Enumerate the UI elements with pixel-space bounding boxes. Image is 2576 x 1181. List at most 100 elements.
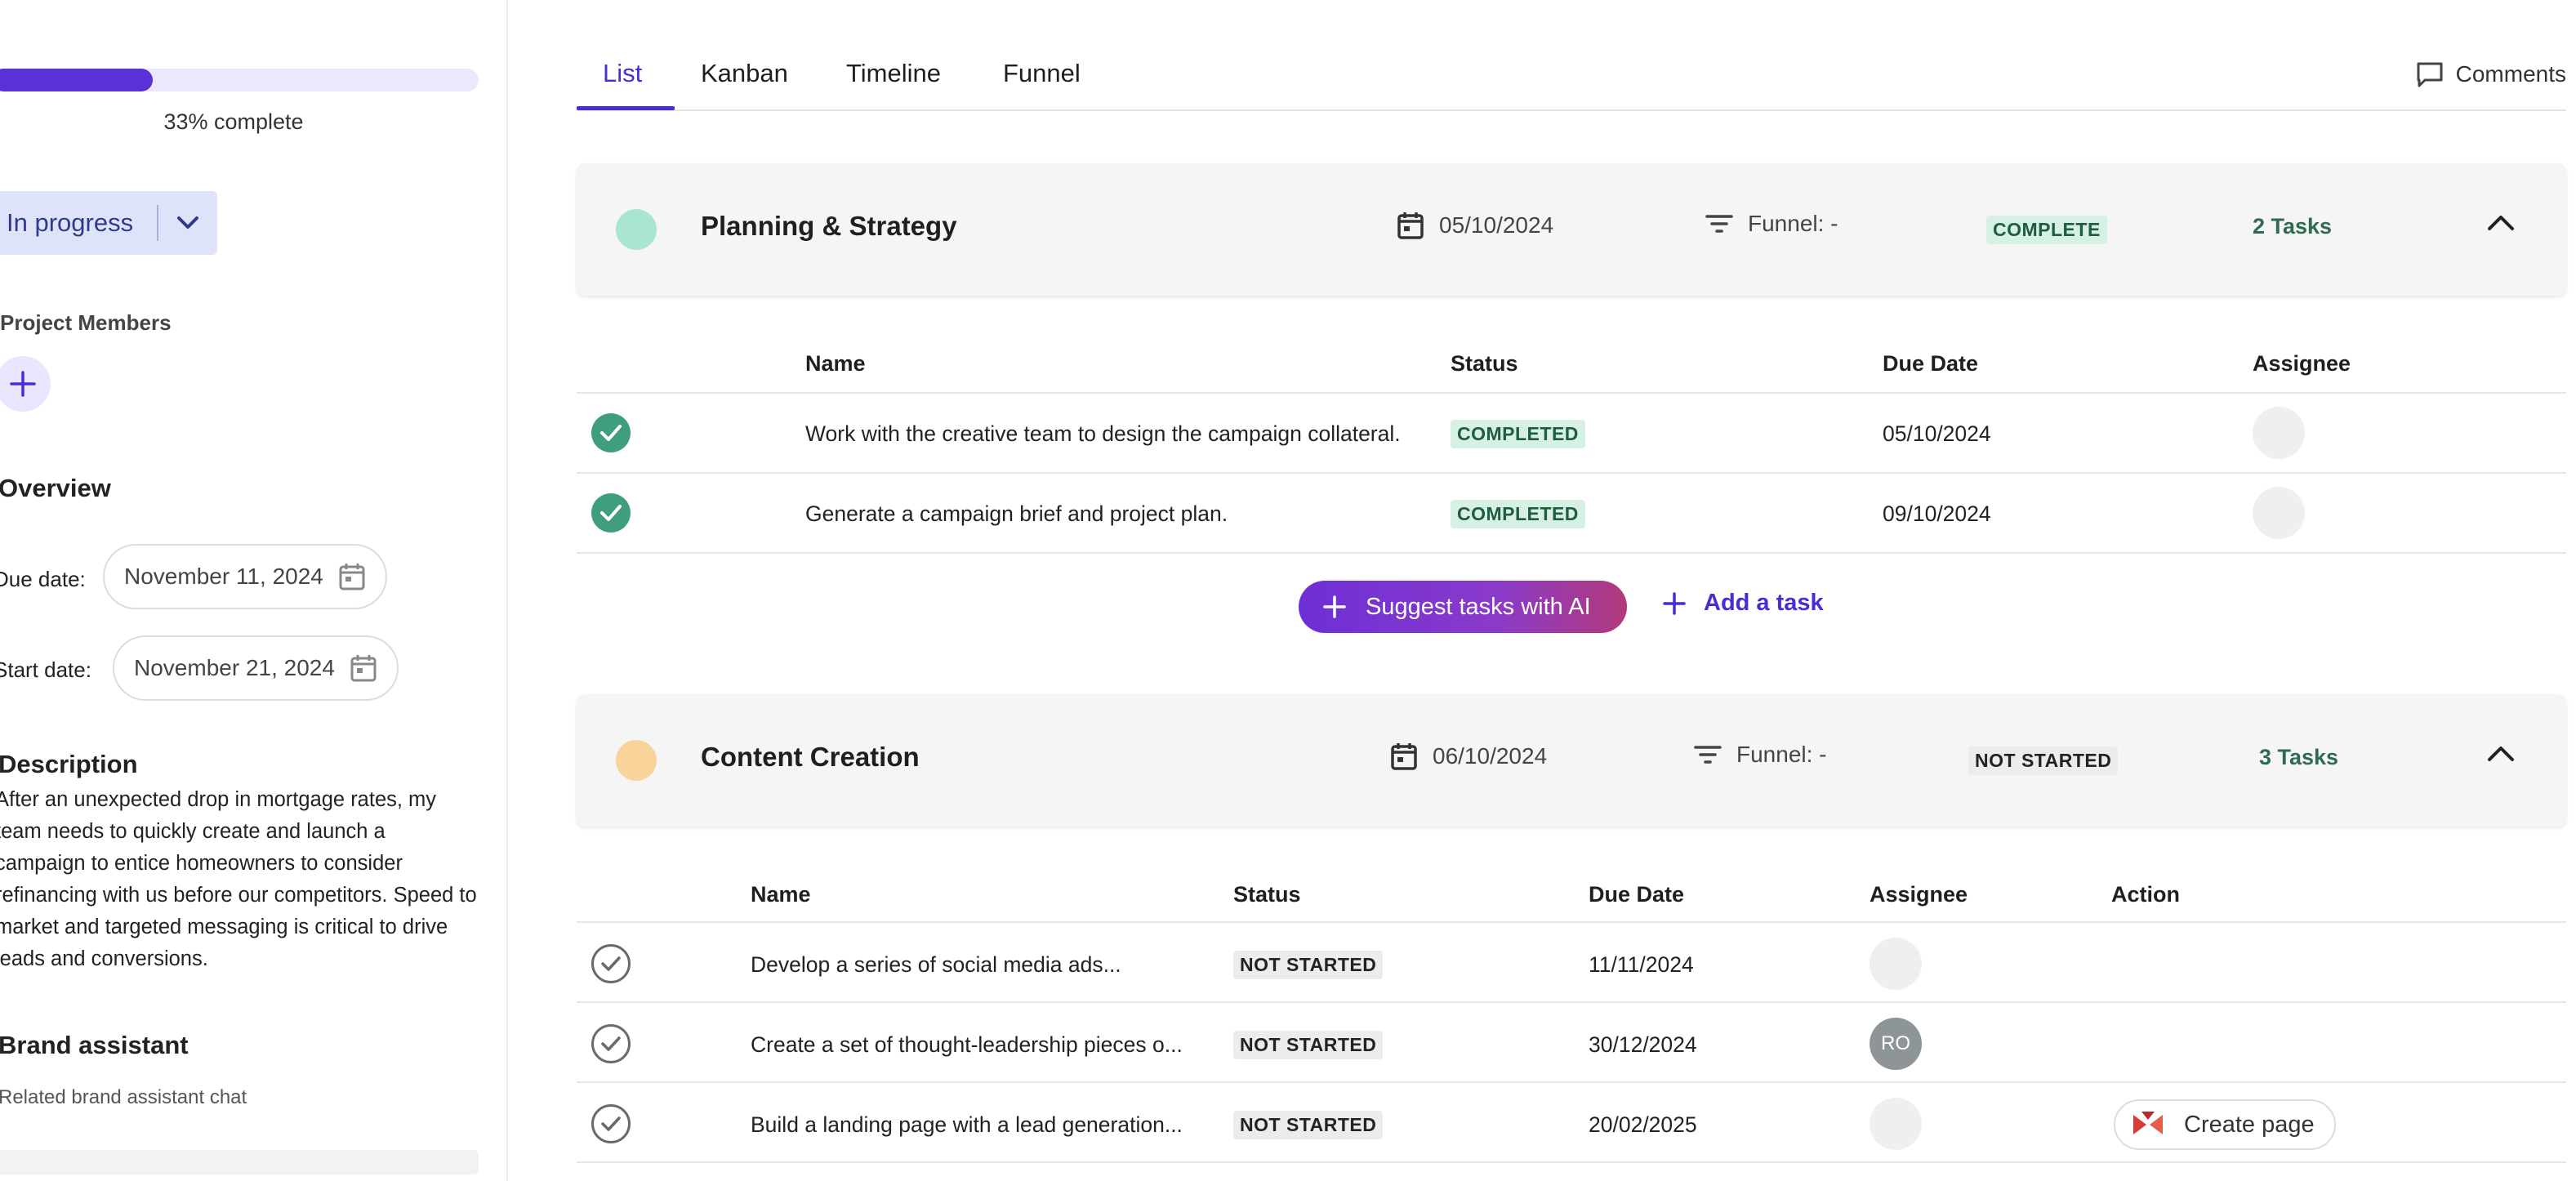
section-date-value: 06/10/2024 xyxy=(1433,743,1548,769)
due-date-label: Due date: xyxy=(0,567,86,591)
calendar-icon xyxy=(1391,743,1417,770)
suggest-tasks-ai-button[interactable]: Suggest tasks with AI xyxy=(1299,581,1627,633)
view-tabs: List Kanban Timeline Funnel Comments xyxy=(577,51,2566,111)
filter-icon xyxy=(1694,746,1722,764)
comments-button[interactable]: Comments xyxy=(2415,60,2566,88)
chevron-down-icon[interactable] xyxy=(158,216,217,230)
task-due-date: 05/10/2024 xyxy=(1883,421,1991,446)
column-header-status: Status xyxy=(1233,882,1301,907)
task-due-date: 09/10/2024 xyxy=(1883,501,1991,526)
calendar-icon xyxy=(350,655,377,682)
table-divider xyxy=(577,1081,2566,1083)
status-dropdown[interactable]: In progress xyxy=(0,191,217,255)
column-header-assignee: Assignee xyxy=(1870,882,1968,907)
table-divider xyxy=(577,1161,2566,1163)
column-header-status: Status xyxy=(1451,351,1518,376)
column-header-name: Name xyxy=(751,882,811,907)
section-funnel-value: Funnel: - xyxy=(1748,211,1838,236)
add-member-button[interactable] xyxy=(0,356,51,412)
section-title: Content Creation xyxy=(701,742,920,772)
section-header-planning[interactable]: Planning & Strategy 05/10/2024 Funnel: -… xyxy=(577,163,2566,296)
assignee-avatar[interactable] xyxy=(1870,1098,1922,1150)
section-task-count: 3 Tasks xyxy=(2259,745,2339,769)
plus-icon xyxy=(10,371,36,397)
section-date: 05/10/2024 xyxy=(1397,211,1553,240)
column-header-name: Name xyxy=(805,351,866,376)
overview-heading: Overview xyxy=(0,474,111,502)
task-due-date: 11/11/2024 xyxy=(1589,952,1694,977)
table-divider xyxy=(577,472,2566,474)
assignee-avatar[interactable] xyxy=(2253,407,2305,459)
task-due-date: 20/02/2025 xyxy=(1589,1112,1697,1137)
task-status-badge: COMPLETED xyxy=(1451,500,1585,528)
section-funnel: Funnel: - xyxy=(1705,211,1838,237)
section-funnel-value: Funnel: - xyxy=(1736,742,1827,767)
brand-assistant-card[interactable] xyxy=(0,1150,479,1174)
check-circle-icon[interactable] xyxy=(591,493,631,533)
check-circle-icon[interactable] xyxy=(591,1104,631,1143)
task-name[interactable]: Generate a campaign brief and project pl… xyxy=(805,501,1228,527)
create-page-label: Create page xyxy=(2184,1111,2315,1138)
section-task-count: 2 Tasks xyxy=(2253,214,2333,238)
tab-kanban[interactable]: Kanban xyxy=(701,59,788,88)
column-header-assignee: Assignee xyxy=(2253,351,2351,376)
check-circle-icon[interactable] xyxy=(591,1024,631,1063)
tab-list[interactable]: List xyxy=(603,59,642,88)
section-date-value: 05/10/2024 xyxy=(1439,212,1554,238)
table-divider xyxy=(577,921,2566,923)
calendar-icon xyxy=(339,564,365,590)
section-status-badge: NOT STARTED xyxy=(1968,746,2119,775)
due-date-value: November 11, 2024 xyxy=(124,564,323,589)
task-status-badge: NOT STARTED xyxy=(1233,1031,1384,1059)
task-due-date: 30/12/2024 xyxy=(1589,1032,1697,1057)
start-date-field[interactable]: November 21, 2024 xyxy=(113,635,399,701)
check-circle-icon[interactable] xyxy=(591,944,631,983)
description-heading: Description xyxy=(0,750,138,778)
status-dropdown-value: In progress xyxy=(7,208,134,237)
comment-icon xyxy=(2417,62,2443,87)
table-divider xyxy=(577,552,2566,554)
tab-funnel[interactable]: Funnel xyxy=(1003,59,1081,88)
active-tab-indicator xyxy=(577,106,675,110)
filter-icon xyxy=(1705,215,1733,233)
assignee-avatar[interactable]: RO xyxy=(1870,1018,1922,1070)
add-task-label: Add a task xyxy=(1704,590,1824,616)
task-status-badge: NOT STARTED xyxy=(1233,951,1384,979)
check-circle-icon[interactable] xyxy=(591,413,631,452)
progress-bar xyxy=(0,69,479,91)
assignee-avatar[interactable] xyxy=(2253,487,2305,539)
tab-timeline[interactable]: Timeline xyxy=(846,59,941,88)
project-members-label: Project Members xyxy=(0,310,172,335)
section-date: 06/10/2024 xyxy=(1390,742,1547,771)
section-title: Planning & Strategy xyxy=(701,211,957,241)
task-name[interactable]: Work with the creative team to design th… xyxy=(805,421,1401,447)
task-status-badge: COMPLETED xyxy=(1451,420,1585,448)
column-header-due-date: Due Date xyxy=(1589,882,1685,907)
section-header-content-creation[interactable]: Content Creation 06/10/2024 Funnel: - NO… xyxy=(577,694,2566,827)
task-name[interactable]: Create a set of thought-leadership piece… xyxy=(751,1032,1183,1058)
suggest-tasks-ai-label: Suggest tasks with AI xyxy=(1366,593,1591,620)
progress-bar-fill xyxy=(0,69,153,91)
section-status-dot xyxy=(616,740,657,781)
description-text: After an unexpected drop in mortgage rat… xyxy=(0,788,477,970)
column-header-due-date: Due Date xyxy=(1883,351,1979,376)
section-status-badge: COMPLETE xyxy=(1986,216,2107,244)
start-date-label: Start date: xyxy=(0,657,91,682)
chevron-up-icon[interactable] xyxy=(2486,743,2516,767)
chevron-up-icon[interactable] xyxy=(2486,212,2516,236)
task-name[interactable]: Build a landing page with a lead generat… xyxy=(751,1112,1183,1138)
calendar-icon xyxy=(1397,212,1424,239)
plus-icon xyxy=(1323,595,1346,618)
create-page-button[interactable]: Create page xyxy=(2114,1099,2336,1150)
table-divider xyxy=(577,1001,2566,1003)
section-status-dot xyxy=(616,209,657,250)
brand-assistant-link[interactable]: Related brand assistant chat xyxy=(0,1086,247,1109)
assignee-avatar[interactable] xyxy=(1870,938,1922,990)
section-funnel: Funnel: - xyxy=(1694,742,1827,768)
task-name[interactable]: Develop a series of social media ads... xyxy=(751,952,1121,978)
comments-label: Comments xyxy=(2455,61,2566,87)
column-header-action: Action xyxy=(2111,882,2180,907)
add-task-button[interactable]: Add a task xyxy=(1663,590,1824,617)
create-page-logo-icon xyxy=(2133,1112,2163,1134)
due-date-field[interactable]: November 11, 2024 xyxy=(103,544,387,609)
